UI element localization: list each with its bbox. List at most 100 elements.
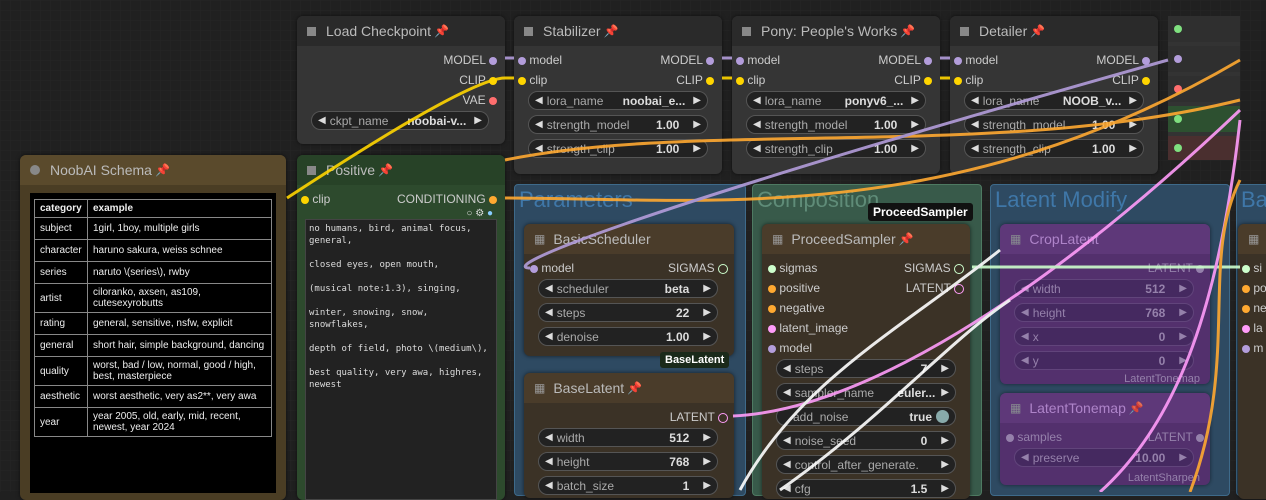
input-clip[interactable]: clip [301, 192, 330, 206]
collapse-square-icon[interactable] [960, 26, 969, 36]
left-arrow-icon[interactable]: ◀ [753, 143, 761, 154]
right-arrow-icon[interactable]: ▶ [1179, 331, 1187, 342]
right-arrow-icon[interactable]: ▶ [1179, 283, 1187, 294]
socket-dot[interactable] [1174, 115, 1182, 123]
left-arrow-icon[interactable]: ◀ [783, 363, 791, 374]
socket-dot[interactable] [768, 344, 776, 353]
left-arrow-icon[interactable]: ◀ [545, 331, 553, 342]
right-arrow-icon[interactable]: ▶ [693, 95, 701, 106]
socket-dot[interactable] [1174, 55, 1182, 63]
node-detailer[interactable]: Detailer 📌 model MODEL clip CLIP ◀ lora_na… [950, 16, 1158, 174]
pin-icon[interactable]: 📌 [899, 232, 914, 246]
node-title-bar[interactable]: Load Checkpoint 📌 [297, 16, 505, 46]
socket-dot[interactable] [718, 263, 728, 274]
right-arrow-icon[interactable]: ▶ [1129, 143, 1137, 154]
reroute-node[interactable] [1168, 106, 1240, 132]
grid-icon[interactable]: ▦ [534, 381, 545, 395]
left-arrow-icon[interactable]: ◀ [535, 95, 543, 106]
node-title-bar[interactable]: Positive 📌 [297, 155, 505, 185]
right-arrow-icon[interactable]: ▶ [703, 456, 711, 467]
input-negative[interactable]: ne [1242, 301, 1266, 315]
socket-dot[interactable] [736, 56, 744, 65]
denoise-number[interactable]: ◀ denoise 1.00 ▶ [538, 327, 718, 346]
node-title-bar[interactable]: ▦ BasicScheduler [524, 224, 734, 254]
socket-dot[interactable] [489, 76, 497, 85]
node-title-bar[interactable]: NoobAI Schema 📌 [20, 155, 286, 185]
socket-dot[interactable] [954, 76, 962, 85]
input-positive[interactable]: po [1242, 281, 1266, 295]
node-title-bar[interactable]: ▦ [1238, 224, 1266, 254]
socket-dot[interactable] [706, 76, 714, 85]
node-title-bar[interactable]: Stabilizer 📌 [514, 16, 722, 46]
lora-name-combo[interactable]: ◀ lora_name NOOB_v... ▶ [964, 91, 1144, 110]
socket-dot[interactable] [954, 263, 964, 274]
sampler-name-combo[interactable]: ◀ sampler_name euler... ▶ [776, 383, 956, 402]
input-sigmas[interactable]: si [1242, 261, 1262, 275]
strength-clip-number[interactable]: ◀ strength_clip 1.00 ▶ [528, 139, 708, 158]
right-arrow-icon[interactable]: ▶ [703, 307, 711, 318]
socket-dot[interactable] [706, 56, 714, 65]
prompt-textarea[interactable]: no humans, bird, animal focus, general, … [305, 219, 497, 500]
right-arrow-icon[interactable]: ▶ [1129, 95, 1137, 106]
steps-number[interactable]: ◀ steps 22 ▶ [538, 303, 718, 322]
right-arrow-icon[interactable]: ▶ [474, 115, 482, 126]
ckpt-name-combo[interactable]: ◀ ckpt_name noobai-v... ▶ [311, 111, 489, 130]
x-number[interactable]: ◀ x 0 ▶ [1014, 327, 1194, 346]
reroute-column[interactable] [1168, 16, 1240, 160]
node-proceed-sampler[interactable]: ▦ ProceedSampler 📌 sigmas SIGMAS positive … [762, 224, 970, 499]
node-latent-tonemap[interactable]: ▦ LatentTonemap 📌 samples LATENT ◀ preserve… [1000, 393, 1210, 485]
right-arrow-icon[interactable]: ▶ [703, 283, 711, 294]
node-title-bar[interactable]: ▦ ProceedSampler 📌 [762, 224, 970, 254]
batch-size-number[interactable]: ◀ batch_size 1 ▶ [538, 476, 718, 495]
input-sigmas[interactable]: sigmas [768, 261, 817, 275]
socket-dot[interactable] [1174, 85, 1182, 93]
input-model[interactable]: model [768, 341, 812, 355]
socket-dot[interactable] [1242, 324, 1250, 333]
socket-dot[interactable] [489, 96, 497, 105]
socket-dot[interactable] [1196, 264, 1204, 273]
socket-dot[interactable] [489, 56, 497, 65]
node-basic-scheduler[interactable]: ▦ BasicScheduler model SIGMAS ◀ scheduler b… [524, 224, 734, 356]
strength-model-number[interactable]: ◀ strength_model 1.00 ▶ [746, 115, 926, 134]
node-noobai-schema[interactable]: NoobAI Schema 📌 category example subject 1… [20, 155, 286, 500]
output-latent[interactable]: LATENT [1148, 430, 1204, 444]
pin-icon[interactable]: 📌 [900, 24, 915, 38]
socket-dot[interactable] [1196, 433, 1204, 442]
cfg-number[interactable]: ◀ cfg 1.5 ▶ [776, 479, 956, 498]
socket-dot[interactable] [518, 56, 526, 65]
gear-icon[interactable]: ⚙ [475, 208, 484, 219]
socket-dot[interactable] [1174, 25, 1182, 33]
socket-dot[interactable] [954, 56, 962, 65]
pin-icon[interactable]: 📌 [627, 381, 642, 395]
strength-model-number[interactable]: ◀ strength_model 1.00 ▶ [528, 115, 708, 134]
output-conditioning[interactable]: CONDITIONING [397, 192, 497, 206]
reroute-node[interactable] [1168, 16, 1240, 42]
width-number[interactable]: ◀ width 512 ▶ [538, 428, 718, 447]
pin-icon[interactable]: 📌 [1030, 24, 1045, 38]
node-crop-latent[interactable]: ▦ CropLatent LATENT ◀ width 512 ▶ ◀ height 768… [1000, 224, 1210, 384]
input-model[interactable]: model [530, 261, 574, 275]
grid-icon[interactable]: ▦ [1248, 232, 1259, 246]
collapse-square-icon[interactable] [307, 165, 316, 175]
socket-dot[interactable] [489, 195, 497, 204]
right-arrow-icon[interactable]: ▶ [693, 143, 701, 154]
reroute-node[interactable] [1168, 136, 1240, 160]
pin-icon[interactable]: 📌 [155, 163, 170, 177]
input-positive[interactable]: positive [768, 281, 820, 295]
reroute-node[interactable] [1168, 76, 1240, 102]
socket-dot[interactable] [768, 304, 776, 313]
socket-dot[interactable] [1006, 433, 1014, 442]
right-arrow-icon[interactable]: ▶ [1179, 452, 1187, 463]
input-negative[interactable]: negative [768, 301, 825, 315]
noise-seed-number[interactable]: ◀ noise_seed 0 ▶ [776, 431, 956, 450]
right-arrow-icon[interactable]: ▶ [693, 119, 701, 130]
lora-name-combo[interactable]: ◀ lora_name noobai_e... ▶ [528, 91, 708, 110]
socket-dot[interactable] [1174, 144, 1182, 152]
socket-dot[interactable] [518, 76, 526, 85]
node-stabilizer[interactable]: Stabilizer 📌 model MODEL clip CLIP ◀ lora_… [514, 16, 722, 174]
output-vae[interactable]: VAE [463, 93, 497, 107]
output-model[interactable]: MODEL [878, 53, 932, 67]
node-title-bar[interactable]: ▦ BaseLatent 📌 [524, 373, 734, 403]
socket-dot[interactable] [1142, 56, 1150, 65]
y-number[interactable]: ◀ y 0 ▶ [1014, 351, 1194, 370]
